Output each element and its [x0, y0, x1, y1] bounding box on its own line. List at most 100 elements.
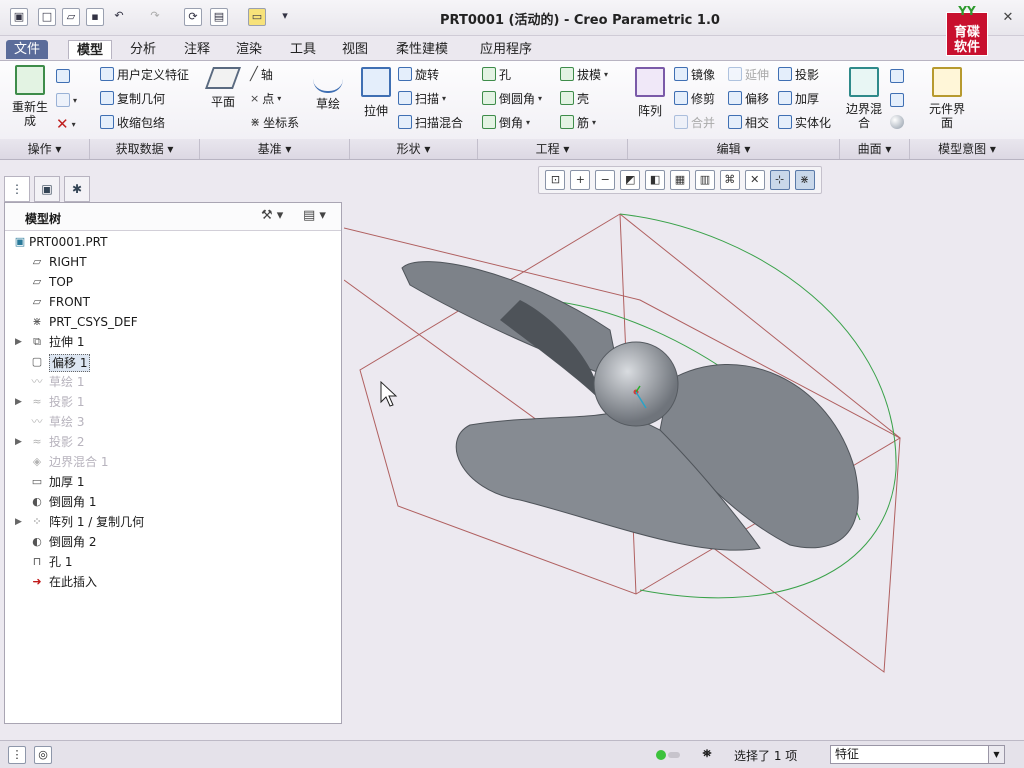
sweep-button[interactable]: 扫描 ▾: [398, 89, 446, 107]
tree-item[interactable]: ▶ ≈ 投影 1: [5, 392, 341, 412]
group-editing[interactable]: 编辑 ▾: [628, 139, 840, 159]
tab-analysis[interactable]: 分析: [122, 40, 164, 59]
offset-button[interactable]: 偏移: [728, 89, 769, 107]
extrude-button[interactable]: 拉伸: [358, 67, 394, 118]
tree-item[interactable]: ◐ 倒圆角 2: [5, 532, 341, 552]
swept-blend-button[interactable]: 扫描混合: [398, 113, 463, 131]
shrinkwrap-button[interactable]: 收缩包络: [100, 113, 165, 131]
trim-button[interactable]: 修剪: [674, 89, 715, 107]
tab-flexible-modeling[interactable]: 柔性建模: [388, 40, 456, 59]
spin-center-icon[interactable]: ⊹: [769, 170, 790, 190]
find-icon[interactable]: ⛯: [698, 746, 716, 764]
tree-settings-icon[interactable]: ⚒ ▾: [261, 208, 283, 223]
group-shapes[interactable]: 形状 ▾: [350, 139, 478, 159]
tree-item[interactable]: ▱ FRONT: [5, 292, 341, 312]
refit-icon[interactable]: ⊡: [545, 170, 566, 190]
tree-item[interactable]: ⊓ 孔 1: [5, 552, 341, 572]
group-model-intent[interactable]: 模型意图 ▾: [910, 139, 1024, 159]
copy-geometry-button[interactable]: 复制几何: [100, 89, 165, 107]
point-button[interactable]: × 点 ▾: [250, 89, 281, 107]
mirror-button[interactable]: 镜像: [674, 65, 715, 83]
thicken-button[interactable]: 加厚: [778, 89, 819, 107]
delete-button[interactable]: ✕ ▾: [56, 115, 76, 133]
fill-surface-icon[interactable]: [890, 69, 904, 83]
save-icon[interactable]: ▪: [86, 8, 104, 26]
new-file-icon[interactable]: □: [38, 8, 56, 26]
group-engineering[interactable]: 工程 ▾: [478, 139, 628, 159]
zoom-in-icon[interactable]: +: [570, 170, 591, 190]
tree-show-icon[interactable]: ▤ ▾: [303, 208, 326, 223]
tree-item[interactable]: ▶ ⧉ 拉伸 1: [5, 332, 341, 352]
undo-icon[interactable]: ↶: [110, 8, 128, 26]
draft-button[interactable]: 拔模 ▾: [560, 65, 608, 83]
copy-button[interactable]: [56, 67, 70, 85]
tree-item[interactable]: 〰草绘 1: [5, 372, 341, 392]
group-operations[interactable]: 操作 ▾: [0, 139, 90, 159]
style-sphere-icon[interactable]: [890, 115, 904, 129]
favorites-tab-icon[interactable]: ✱: [64, 176, 90, 202]
merge-button[interactable]: 合并: [674, 113, 715, 131]
plane-button[interactable]: 平面: [204, 67, 242, 109]
csys-button[interactable]: ⋇ 坐标系: [250, 113, 299, 131]
csys-display-icon[interactable]: ⋇: [794, 170, 815, 190]
project-button[interactable]: 投影: [778, 65, 819, 83]
intersect-button[interactable]: 相交: [728, 113, 769, 131]
model-tree-tab-icon[interactable]: ⋮: [4, 176, 30, 202]
folder-browser-tab-icon[interactable]: ▣: [34, 176, 60, 202]
paste-button[interactable]: ▾: [56, 91, 77, 109]
open-folder-icon[interactable]: ▱: [62, 8, 80, 26]
browser-toggle-icon[interactable]: ◎: [34, 746, 52, 764]
tree-item[interactable]: ▭ 加厚 1: [5, 472, 341, 492]
tree-item[interactable]: ▶ ⁘ 阵列 1 / 复制几何: [5, 512, 341, 532]
graphics-viewport[interactable]: [344, 196, 1024, 740]
solidify-button[interactable]: 实体化: [778, 113, 831, 131]
tree-item[interactable]: ◈ 边界混合 1: [5, 452, 341, 472]
chamfer-button[interactable]: 倒角 ▾: [482, 113, 530, 131]
close-window-icon[interactable]: ▭: [248, 8, 266, 26]
expand-arrow-icon[interactable]: ▶: [15, 432, 22, 452]
shell-button[interactable]: 壳: [560, 89, 589, 107]
saved-views-icon[interactable]: ▦: [669, 170, 690, 190]
group-surfaces[interactable]: 曲面 ▾: [840, 139, 910, 159]
navigator-toggle-icon[interactable]: ⋮: [8, 746, 26, 764]
rib-button[interactable]: 筋 ▾: [560, 113, 596, 131]
tab-applications[interactable]: 应用程序: [472, 40, 540, 59]
selection-filter[interactable]: 特征 ▼: [830, 745, 1005, 764]
revolve-button[interactable]: 旋转: [398, 65, 439, 83]
tree-item[interactable]: ⋇ PRT_CSYS_DEF: [5, 312, 341, 332]
boundary-blend-button[interactable]: 边界混合: [846, 67, 882, 130]
sketch-button[interactable]: 草绘: [310, 67, 346, 111]
pattern-button[interactable]: 阵列: [632, 67, 668, 118]
axis-button[interactable]: ╱ 轴: [250, 65, 273, 83]
tab-file[interactable]: 文件: [6, 40, 49, 59]
regenerate-icon[interactable]: ⟳: [184, 8, 202, 26]
tree-item[interactable]: ◐ 倒圆角 1: [5, 492, 341, 512]
tree-item[interactable]: 〰草绘 3: [5, 412, 341, 432]
view-manager-icon[interactable]: ▥: [694, 170, 715, 190]
tree-item[interactable]: ▶ ≈ 投影 2: [5, 432, 341, 452]
tab-tools[interactable]: 工具: [282, 40, 324, 59]
zoom-out-icon[interactable]: −: [595, 170, 616, 190]
expand-arrow-icon[interactable]: ▶: [15, 512, 22, 532]
expand-arrow-icon[interactable]: ▶: [15, 332, 22, 352]
component-interface-button[interactable]: 元件界面: [924, 67, 970, 130]
chevron-down-icon[interactable]: ▼: [988, 746, 1004, 763]
round-button[interactable]: 倒圆角 ▾: [482, 89, 542, 107]
windows-icon[interactable]: ▤: [210, 8, 228, 26]
tree-item[interactable]: ▱ RIGHT: [5, 252, 341, 272]
tree-item[interactable]: ▱ TOP: [5, 272, 341, 292]
tree-item[interactable]: ▢ 偏移 1: [5, 352, 341, 372]
tree-item[interactable]: ▣ PRT0001.PRT: [5, 232, 341, 252]
display-style-icon[interactable]: ◧: [645, 170, 666, 190]
annotation-display-icon[interactable]: ✕: [744, 170, 765, 190]
repaint-icon[interactable]: ◩: [620, 170, 641, 190]
group-get-data[interactable]: 获取数据 ▾: [90, 139, 200, 159]
tab-render[interactable]: 渲染: [228, 40, 270, 59]
close-icon[interactable]: ✕: [1000, 10, 1016, 26]
customize-toolbar-icon[interactable]: ▾: [276, 8, 294, 26]
user-feature-button[interactable]: 用户定义特征: [100, 65, 189, 83]
hole-button[interactable]: 孔: [482, 65, 511, 83]
datum-display-icon[interactable]: ⌘: [719, 170, 740, 190]
tab-view[interactable]: 视图: [334, 40, 376, 59]
tree-item[interactable]: ➜ 在此插入: [5, 572, 341, 592]
